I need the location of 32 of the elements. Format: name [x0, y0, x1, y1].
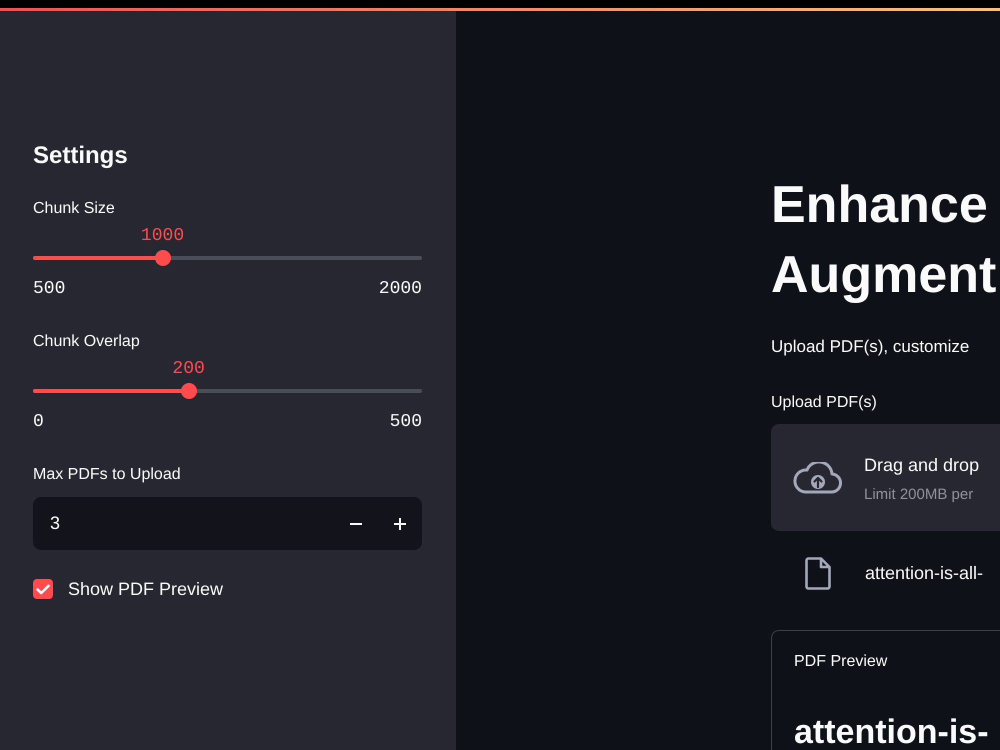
page-title: Enhance Augment: [771, 175, 998, 306]
number-input-label: Max PDFs to Upload: [33, 465, 182, 485]
check-icon: [36, 584, 50, 594]
checkbox[interactable]: [33, 579, 53, 599]
slider-thumb[interactable]: [180, 383, 197, 399]
checkbox-label[interactable]: Show PDF Preview: [68, 577, 224, 601]
preview-label: PDF Preview: [794, 652, 888, 672]
slider-value: 200: [172, 359, 205, 379]
slider-track[interactable]: [33, 250, 422, 266]
minus-icon: [350, 522, 362, 524]
sidebar-title: Settings: [33, 141, 129, 170]
file-icon: [805, 556, 831, 590]
slider-max-label: 500: [390, 412, 422, 432]
number-field[interactable]: 3: [33, 497, 334, 550]
slider-track[interactable]: [33, 383, 422, 399]
dropzone-text: Drag and drop: [864, 454, 980, 476]
plus-icon: [394, 518, 406, 530]
file-dropzone[interactable]: Drag and drop Limit 200MB per: [771, 424, 1000, 531]
slider-thumb[interactable]: [154, 250, 171, 266]
number-input[interactable]: 3: [33, 497, 422, 550]
slider-min-label: 0: [33, 412, 44, 432]
page-subtitle: Upload PDF(s), customize: [771, 336, 970, 358]
slider-label: Chunk Size: [33, 199, 116, 219]
slider-label: Chunk Overlap: [33, 332, 141, 352]
slider-min-label: 500: [33, 279, 66, 299]
dropzone-limit-text: Limit 200MB per: [864, 484, 974, 504]
file-name: attention-is-all-: [865, 562, 984, 585]
slider-max-label: 2000: [378, 279, 422, 299]
cloud-upload-icon: [792, 462, 842, 494]
preview-heading: attention-is-: [794, 714, 990, 750]
slider-value: 1000: [140, 226, 184, 246]
uploader-label: Upload PDF(s): [771, 393, 878, 413]
